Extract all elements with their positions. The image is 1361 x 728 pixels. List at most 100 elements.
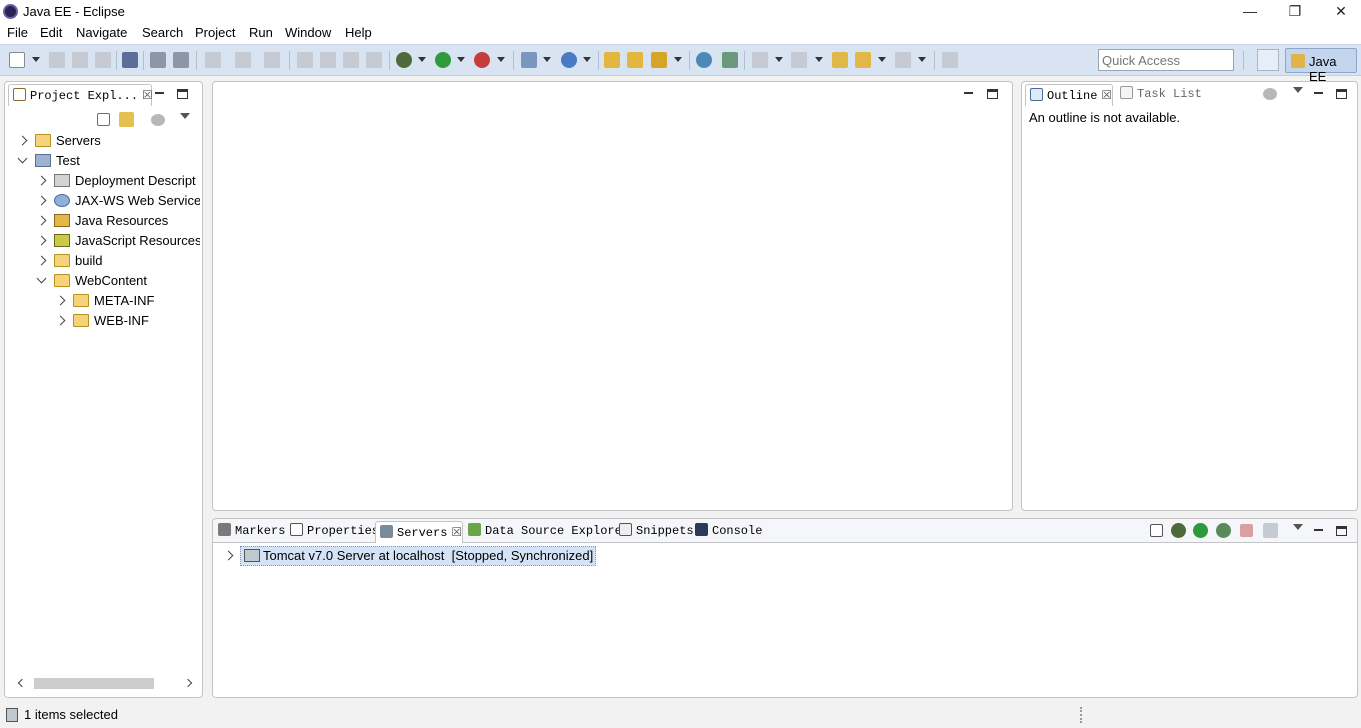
close-button[interactable]: ✕ (1331, 2, 1351, 20)
back-icon[interactable] (855, 52, 871, 68)
new-icon[interactable] (9, 52, 25, 68)
next-annotation-icon[interactable] (752, 52, 768, 68)
external-tool-dropdown-arrow[interactable] (497, 57, 505, 62)
toggle-ws-icon[interactable] (173, 52, 189, 68)
previous-annotation-dropdown-arrow[interactable] (815, 57, 823, 62)
back-dropdown-arrow[interactable] (878, 57, 886, 62)
run-icon[interactable] (435, 52, 451, 68)
undo-icon[interactable] (205, 52, 221, 68)
tree-item-java-resources[interactable]: Java Resources (5, 211, 200, 231)
step-return-icon[interactable] (264, 52, 280, 68)
maximize-view-icon[interactable] (1336, 526, 1347, 536)
tree-item-test[interactable]: Test (5, 151, 200, 171)
menu-edit[interactable]: Edit (40, 25, 62, 40)
stop-server-icon[interactable] (1240, 524, 1253, 537)
collapse-chevron-icon[interactable] (17, 153, 28, 164)
forward-icon[interactable] (895, 52, 911, 68)
pin-editor-icon[interactable] (942, 52, 958, 68)
tab-project-explorer[interactable]: Project Expl... ☒ (8, 84, 153, 106)
tab-task-list[interactable]: Task List (1120, 84, 1202, 106)
forward-dropdown-arrow[interactable] (918, 57, 926, 62)
open-task-icon[interactable] (627, 52, 643, 68)
close-tab-icon[interactable]: ☒ (1101, 88, 1112, 102)
quick-access-input[interactable] (1098, 49, 1234, 71)
expand-chevron-icon[interactable] (55, 295, 66, 306)
minimize-view-icon[interactable] (1313, 88, 1324, 99)
expand-chevron-icon[interactable] (36, 215, 47, 226)
collapse-chevron-icon[interactable] (36, 273, 47, 284)
skip-breakpoints-icon[interactable] (122, 52, 138, 68)
redo-icon[interactable] (235, 52, 251, 68)
tab-snippets[interactable]: Snippets (619, 521, 694, 543)
maximize-view-icon[interactable] (177, 89, 188, 99)
print-icon[interactable] (95, 52, 111, 68)
open-perspective-icon[interactable] (1257, 49, 1279, 71)
tab-markers[interactable]: Markers (218, 521, 288, 543)
save-all-icon[interactable] (72, 52, 88, 68)
scroll-right-icon[interactable] (183, 678, 193, 688)
view-menu-icon[interactable] (1293, 524, 1303, 530)
expand-chevron-icon[interactable] (36, 195, 47, 206)
minimize-button[interactable]: — (1240, 2, 1260, 20)
link-with-editor-icon[interactable] (119, 112, 134, 127)
focus-on-active-task-icon[interactable] (1263, 88, 1277, 100)
new-server-icon[interactable] (521, 52, 537, 68)
run-external-tool-icon[interactable] (474, 52, 490, 68)
open-perspective-web-icon[interactable] (722, 52, 738, 68)
close-tab-icon[interactable]: ☒ (451, 525, 462, 539)
scroll-left-icon[interactable] (17, 678, 27, 688)
toggle-mark-icon[interactable] (150, 52, 166, 68)
previous-annotation-icon[interactable] (791, 52, 807, 68)
editor-area[interactable] (212, 81, 1013, 511)
publish-icon[interactable] (1263, 523, 1278, 538)
tab-data-source-explorer[interactable]: Data Source Explorer (468, 521, 629, 543)
tree-item-meta-inf[interactable]: META-INF (5, 291, 200, 311)
tree-item-jax-ws[interactable]: JAX-WS Web Service (5, 191, 200, 211)
maximize-view-icon[interactable] (1336, 89, 1347, 99)
tab-outline[interactable]: Outline ☒ (1025, 84, 1113, 106)
start-server-icon[interactable] (1193, 523, 1208, 538)
expand-chevron-icon[interactable] (36, 175, 47, 186)
tree-item-deployment-descriptor[interactable]: Deployment Descript (5, 171, 200, 191)
minimize-view-icon[interactable] (154, 88, 165, 99)
terminate-icon[interactable] (343, 52, 359, 68)
save-icon[interactable] (49, 52, 65, 68)
focus-on-working-set-icon[interactable] (151, 114, 165, 126)
expand-chevron-icon[interactable] (36, 235, 47, 246)
expand-chevron-icon[interactable] (36, 255, 47, 266)
next-annotation-dropdown-arrow[interactable] (775, 57, 783, 62)
resume-icon[interactable] (297, 52, 313, 68)
expand-chevron-icon[interactable] (17, 135, 28, 146)
tree-item-webcontent[interactable]: WebContent (5, 271, 200, 291)
tree-item-web-inf[interactable]: WEB-INF (5, 311, 200, 331)
minimize-editor-icon[interactable] (963, 88, 974, 99)
suspend-icon[interactable] (320, 52, 336, 68)
tree-item-javascript-resources[interactable]: JavaScript Resources (5, 231, 200, 251)
scrollbar-thumb[interactable] (34, 678, 154, 689)
tab-console[interactable]: Console (695, 521, 762, 543)
expand-chevron-icon[interactable] (223, 550, 234, 561)
menu-project[interactable]: Project (195, 25, 235, 40)
perspective-java-ee-button[interactable]: Java EE (1285, 48, 1357, 84)
expand-chevron-icon[interactable] (55, 315, 66, 326)
new-dropdown-arrow[interactable] (32, 57, 40, 62)
new-web-service-icon[interactable] (561, 52, 577, 68)
menu-run[interactable]: Run (249, 25, 273, 40)
open-browser-icon[interactable] (696, 52, 712, 68)
maximize-editor-icon[interactable] (987, 89, 998, 99)
minimize-view-icon[interactable] (1313, 525, 1324, 536)
tab-properties[interactable]: Properties (290, 521, 379, 543)
view-menu-icon[interactable] (1293, 87, 1303, 93)
start-profile-icon[interactable] (1216, 523, 1231, 538)
menu-help[interactable]: Help (345, 25, 372, 40)
collapse-all-icon[interactable] (1150, 524, 1163, 537)
tree-item-build[interactable]: build (5, 251, 200, 271)
menu-file[interactable]: File (7, 25, 28, 40)
menu-navigate[interactable]: Navigate (76, 25, 127, 40)
collapse-all-icon[interactable] (97, 113, 110, 126)
status-bar-grip[interactable] (1080, 707, 1082, 723)
close-tab-icon[interactable]: ☒ (142, 88, 153, 102)
menu-search[interactable]: Search (142, 25, 183, 40)
tree-item-servers[interactable]: Servers (5, 131, 200, 151)
web-service-dropdown-arrow[interactable] (583, 57, 591, 62)
